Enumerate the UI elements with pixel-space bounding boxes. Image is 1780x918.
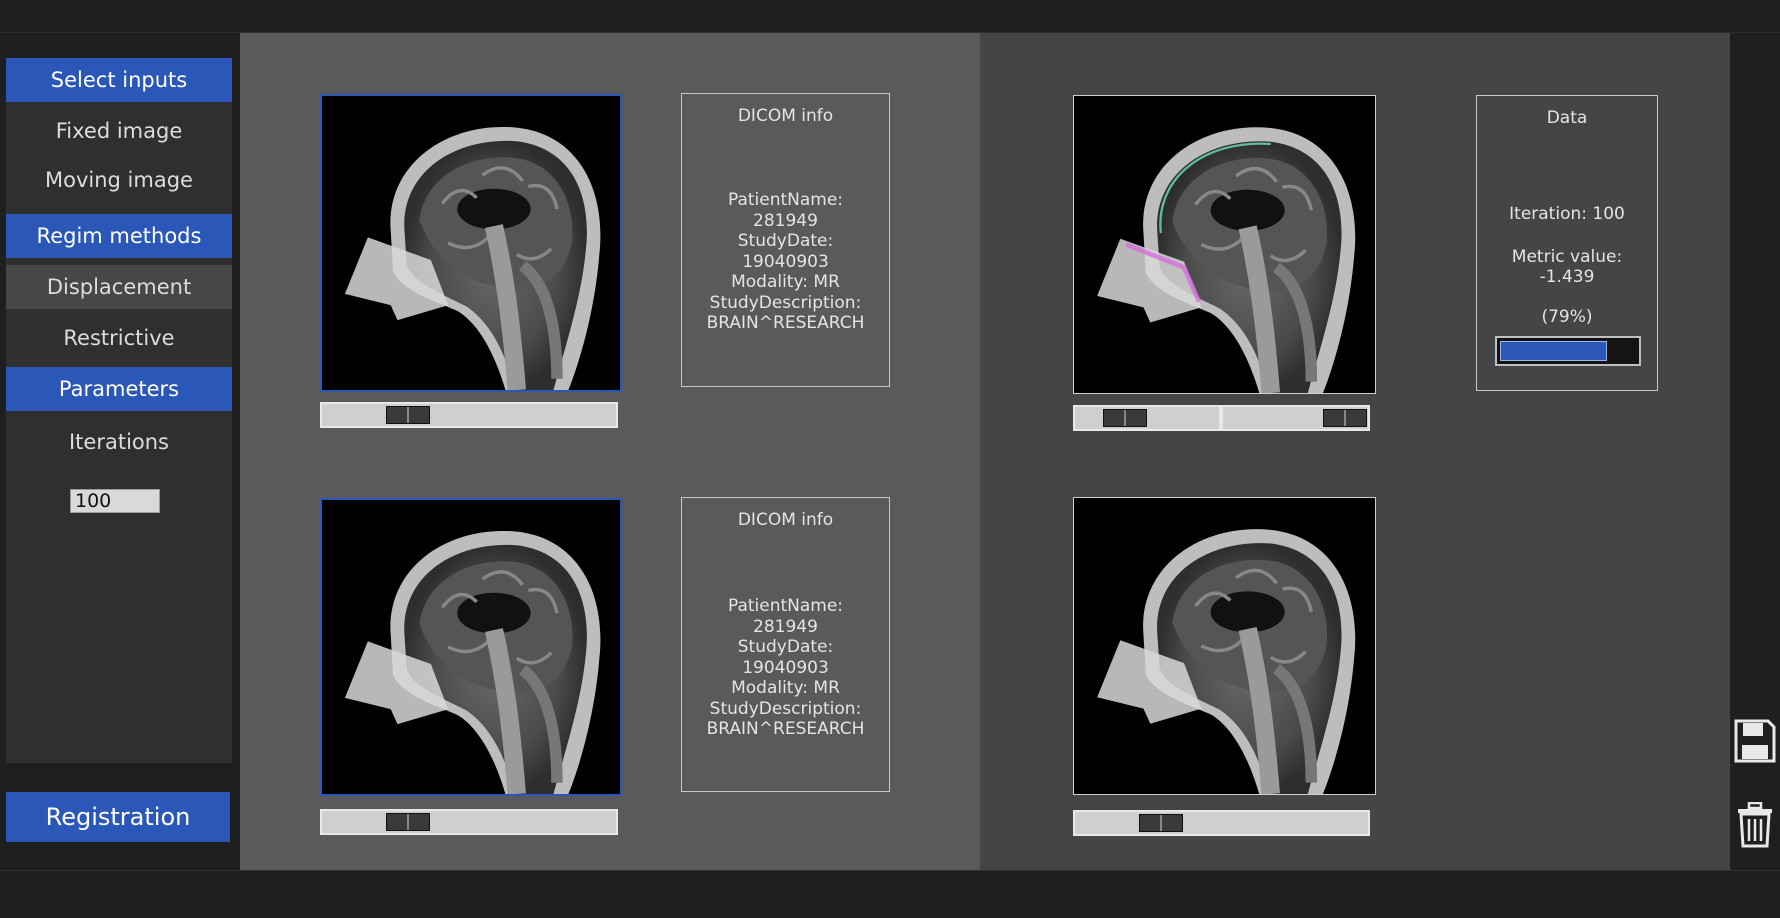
registered-image-slice-slider[interactable] [1073,810,1370,836]
fixed-image-item[interactable]: Fixed image [6,109,232,153]
slider-knob-left[interactable] [1103,409,1147,427]
fixed-image-view[interactable] [320,94,622,392]
select-inputs-header[interactable]: Select inputs [6,58,232,102]
iterations-label: Iterations [68,430,170,454]
moving-dicom-info-box: DICOM info PatientName: 281949 StudyDate… [681,497,890,792]
top-bar [0,0,1780,33]
registration-button[interactable]: Registration [6,792,230,842]
progress-fill [1500,341,1607,361]
parameters-header[interactable]: Parameters [6,367,232,411]
regim-methods-header[interactable]: Regim methods [6,214,232,258]
metric-label: Metric value: [1511,247,1623,267]
slider-knob[interactable] [386,406,430,424]
dicom-line: BRAIN^RESEARCH [706,719,865,739]
dicom-line: StudyDate: [737,231,834,251]
dicom-info-lines: PatientName: 281949 StudyDate: 19040903 … [682,596,889,740]
dicom-line: Modality: MR [731,678,840,698]
dicom-line: StudyDescription: [709,292,862,313]
sidebar: Select inputs Fixed image Moving image R… [6,58,232,763]
bottom-bar [0,870,1780,918]
slider-knob-right[interactable] [1323,409,1367,427]
data-title: Data [1546,108,1588,128]
dicom-line: StudyDate: [737,637,834,657]
restrictive-item[interactable]: Restrictive [6,316,232,360]
dicom-info-title: DICOM info [737,106,834,126]
moving-image-view[interactable] [320,498,622,796]
dicom-line: PatientName: [727,190,844,210]
moving-image-item[interactable]: Moving image [6,158,232,202]
iteration-text: Iteration: 100 [1509,204,1625,224]
slider-knob[interactable] [1139,814,1183,832]
metric-value: -1.439 [1539,267,1595,287]
result-dual-slider[interactable] [1073,405,1370,431]
slider-knob[interactable] [386,813,430,831]
fixed-dicom-info-box: DICOM info PatientName: 281949 StudyDate… [681,93,890,387]
dicom-info-lines: PatientName: 281949 StudyDate: 19040903 … [682,190,889,334]
dicom-line: 281949 [753,210,818,231]
trash-icon[interactable] [1733,800,1777,850]
registered-image-view[interactable] [1073,497,1376,795]
dicom-line: 19040903 [742,657,829,678]
progress-percent: (79%) [1541,307,1593,327]
dicom-line: Modality: MR [731,272,840,292]
metric-value-text: Metric value: -1.439 [1477,247,1657,287]
dicom-line: BRAIN^RESEARCH [706,313,865,333]
dicom-line: 281949 [753,616,818,637]
floppy-disk-icon[interactable] [1733,716,1777,766]
registration-progress-bar [1495,336,1641,366]
fixed-image-slice-slider[interactable] [320,402,618,428]
dicom-line: 19040903 [742,251,829,272]
moving-image-slice-slider[interactable] [320,809,618,835]
iterations-input[interactable] [70,489,160,513]
dicom-line: StudyDescription: [709,698,862,719]
displacement-item[interactable]: Displacement [6,265,232,309]
slider-divider [1219,407,1223,429]
data-info-box: Data Iteration: 100 Metric value: -1.439… [1476,95,1658,391]
checkerboard-result-view[interactable] [1073,95,1376,394]
dicom-line: PatientName: [727,596,844,616]
dicom-info-title: DICOM info [737,510,834,530]
